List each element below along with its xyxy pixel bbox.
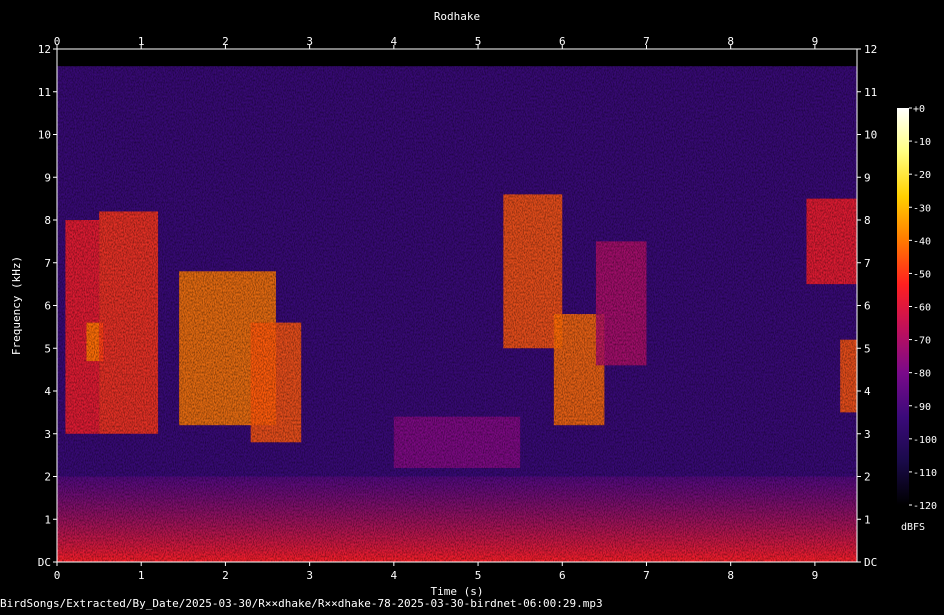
y-tick-label-right: 3 <box>864 428 871 441</box>
y-tick-label: 7 <box>44 257 51 270</box>
x-tick-label: 7 <box>643 569 650 582</box>
y-tick-label-right: 10 <box>864 129 877 142</box>
y-tick-label-right: 6 <box>864 300 871 313</box>
x-tick-label-top: 1 <box>138 35 145 48</box>
y-tick-label: 12 <box>38 43 51 56</box>
colorbar-tick-label: -70 <box>913 336 931 347</box>
colorbar-tick-label: -120 <box>913 501 937 512</box>
y-tick-label-right: 5 <box>864 342 871 355</box>
x-tick-label-top: 8 <box>727 35 734 48</box>
x-tick-label-top: 9 <box>812 35 819 48</box>
y-tick-label-right: 7 <box>864 257 871 270</box>
y-tick-label-right: 2 <box>864 471 871 484</box>
x-tick-label-top: 2 <box>222 35 229 48</box>
colorbar-tick-label: -20 <box>913 170 931 181</box>
colorbar-tick-label: -100 <box>913 435 937 446</box>
colorbar-label: dBFS <box>901 522 925 533</box>
x-tick-label: 5 <box>475 569 482 582</box>
noise-texture <box>57 66 857 562</box>
colorbar-tick-label: -40 <box>913 236 931 247</box>
colorbar <box>897 108 909 505</box>
y-tick-label-right: 4 <box>864 385 871 398</box>
x-tick-label-top: 0 <box>54 35 61 48</box>
y-tick-label-right: 1 <box>864 513 871 526</box>
y-tick-label-right: 11 <box>864 86 877 99</box>
file-path: BirdSongs/Extracted/By_Date/2025-03-30/R… <box>0 597 603 610</box>
y-tick-label: 2 <box>44 471 51 484</box>
colorbar-tick-label: -50 <box>913 269 931 280</box>
y-tick-label: 1 <box>44 513 51 526</box>
x-tick-label: 6 <box>559 569 566 582</box>
colorbar-tick-label: +0 <box>913 104 925 115</box>
colorbar-tick-label: -80 <box>913 369 931 380</box>
y-tick-label: 5 <box>44 342 51 355</box>
y-tick-label: DC <box>38 556 51 569</box>
y-tick-label: 10 <box>38 129 51 142</box>
y-tick-label: 9 <box>44 171 51 184</box>
y-tick-label-right: 12 <box>864 43 877 56</box>
y-tick-label: 4 <box>44 385 51 398</box>
chart-title: Rodhake <box>434 10 480 23</box>
y-tick-label: 6 <box>44 300 51 313</box>
colorbar-tick-label: -10 <box>913 137 931 148</box>
x-tick-label: 2 <box>222 569 229 582</box>
x-tick-label: 1 <box>138 569 145 582</box>
x-tick-label-top: 5 <box>475 35 482 48</box>
x-tick-label: 8 <box>727 569 734 582</box>
x-tick-label-top: 6 <box>559 35 566 48</box>
x-tick-label: 0 <box>54 569 61 582</box>
y-axis-label: Frequency (kHz) <box>10 256 23 355</box>
colorbar-tick-label: -90 <box>913 402 931 413</box>
x-tick-label: 3 <box>306 569 313 582</box>
colorbar-tick-label: -30 <box>913 203 931 214</box>
spectrogram-chart: RodhakeTime (s)Frequency (kHz)0011223344… <box>10 10 937 598</box>
colorbar-tick-label: -60 <box>913 303 931 314</box>
y-tick-label-right: DC <box>864 556 877 569</box>
plot-top-band <box>57 49 857 67</box>
x-tick-label-top: 3 <box>306 35 313 48</box>
y-tick-label-right: 9 <box>864 171 871 184</box>
x-tick-label: 4 <box>391 569 398 582</box>
colorbar-tick-label: -110 <box>913 468 937 479</box>
spectrogram-figure: Rodhake Time (s) Frequency (kHz) 0 0 1 1 2 2 3 3 4 4… <box>0 0 944 611</box>
x-tick-label-top: 7 <box>643 35 650 48</box>
y-tick-label-right: 8 <box>864 214 871 227</box>
x-tick-label: 9 <box>812 569 819 582</box>
y-tick-label: 8 <box>44 214 51 227</box>
x-tick-label-top: 4 <box>391 35 398 48</box>
y-tick-label: 3 <box>44 428 51 441</box>
y-tick-label: 11 <box>38 86 51 99</box>
